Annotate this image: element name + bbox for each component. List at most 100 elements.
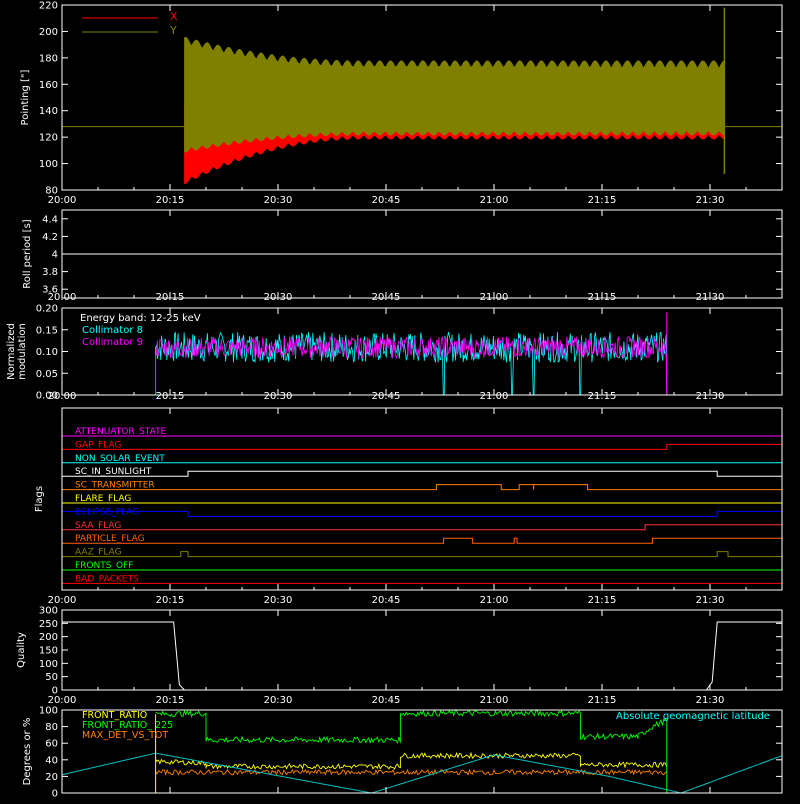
pointing-y-label: Pointing ["] <box>20 69 31 125</box>
flag-label-sc-transmitter: SC_TRANSMITTER <box>75 481 155 491</box>
flags-time-label: 21:30 <box>696 595 725 606</box>
flag-line-saa-flag <box>62 524 782 531</box>
flag-label-particle-flag: PARTICLE_FLAG <box>75 534 145 544</box>
roll-time-label: 20:00 <box>48 292 77 303</box>
flag-label-eclipse-flag: ECLIPSE_FLAG <box>75 507 139 517</box>
quality-y-tick-label: 200 <box>39 632 58 643</box>
pointing-y-tick-label: 100 <box>39 159 58 170</box>
ratios-y-label: Degrees or % <box>22 718 33 786</box>
flag-line-eclipse-flag <box>61 510 782 517</box>
chart-stage: 80 100 120 140 160 180 200 220 20:00 20:15 20:30 20… <box>0 0 800 800</box>
roll-time-label: 20:30 <box>264 292 293 303</box>
mod-y-tick-label: 0.15 <box>36 325 58 336</box>
quality-time-label: 20:45 <box>372 695 401 706</box>
quality-time-label: 20:30 <box>264 695 293 706</box>
quality-time-label: 21:15 <box>588 695 617 706</box>
pointing-y-tick-label: 140 <box>39 106 58 117</box>
ratios-y-tick-label: 60 <box>45 739 58 750</box>
quality-series-line <box>62 621 782 691</box>
quality-y-axis: 050100150200250300 <box>39 606 782 697</box>
mod-y-tick-label: 0.20 <box>36 304 58 315</box>
pointing-time-label: 21:15 <box>588 195 617 206</box>
flag-label-flare-flag: FLARE_FLAG <box>75 494 131 504</box>
pointing-time-label: 20:30 <box>264 195 293 206</box>
ratios-y-tick-label: 40 <box>45 755 58 766</box>
pointing-legend-label-X: X <box>170 10 178 23</box>
flag-line-aaz-flag <box>62 551 782 558</box>
roll-y-axis: 3.63.844.24.4 <box>42 214 782 296</box>
pointing-legend-label-Y: Y <box>169 24 177 37</box>
flag-line-sc-in-sunlight <box>62 470 782 477</box>
flags-time-label: 21:15 <box>588 595 617 606</box>
ratios-y-tick-label: 0 <box>52 789 58 800</box>
pointing-time-label: 21:00 <box>480 195 509 206</box>
pointing-time-label: 21:30 <box>696 195 725 206</box>
mod-y-tick-label: 0.10 <box>36 347 58 358</box>
quality-time-label: 20:00 <box>48 695 77 706</box>
flags-time-label: 20:45 <box>372 595 401 606</box>
flag-line-gap-flag <box>62 443 782 450</box>
flags-time-label: 20:00 <box>48 595 77 606</box>
mod-legend-label: Collimator 9 <box>82 337 143 348</box>
roll-time-label: 21:00 <box>480 292 509 303</box>
flags-time-label: 20:30 <box>264 595 293 606</box>
flag-label-sc-in-sunlight: SC_IN_SUNLIGHT <box>75 467 152 477</box>
ratios-series-front-ratio <box>155 751 668 770</box>
mod-y-label: Normalized <box>6 323 17 380</box>
quality-y-tick-label: 250 <box>39 619 58 630</box>
flags-time-label: 21:00 <box>480 595 509 606</box>
pointing-y-tick-label: 200 <box>39 27 58 38</box>
flag-label-aaz-flag: AAZ_FLAG <box>75 548 122 558</box>
roll-y-tick-label: 4.2 <box>42 232 58 243</box>
flags-time-label: 20:15 <box>156 595 185 606</box>
quality-time-label: 21:30 <box>696 695 725 706</box>
pointing-time-label: 20:00 <box>48 195 77 206</box>
quality-time-label: 21:00 <box>480 695 509 706</box>
mod-time-label: 21:30 <box>696 391 725 402</box>
flag-label-saa-flag: SAA_FLAG <box>75 521 121 531</box>
pointing-y-tick-label: 180 <box>39 53 58 64</box>
pointing-y-tick-label: 220 <box>39 1 58 12</box>
flag-label-fronts-off: FRONTS_OFF <box>75 561 133 571</box>
flags-time-axis: 20:00 20:15 20:30 20:45 21:00 21:15 21:30 <box>48 408 783 606</box>
quality-y-tick-label: 100 <box>39 659 58 670</box>
flags-y-label: Flags <box>34 486 45 512</box>
flag-line-sc-transmitter <box>62 484 782 491</box>
mod-time-label: 20:45 <box>372 391 401 402</box>
mod-annotation: Energy band: 12-25 keV <box>80 313 201 324</box>
roll-time-label: 20:15 <box>156 292 185 303</box>
mod-time-label: 20:15 <box>156 391 185 402</box>
flag-label-gap-flag: GAP_FLAG <box>75 440 121 450</box>
mod-time-label: 21:00 <box>480 391 509 402</box>
chart-figure: 8010012014016018020022020:00 20:15 20:30 20… <box>6 1 783 800</box>
roll-y-tick-label: 4.4 <box>42 214 58 225</box>
roll-time-label: 21:15 <box>588 292 617 303</box>
mod-time-label: 20:30 <box>264 391 293 402</box>
ratios-y-tick-label: 80 <box>45 722 58 733</box>
flags-frame <box>61 407 783 591</box>
quality-series-line-end <box>705 621 782 691</box>
roll-y-label: Roll period [s] <box>22 219 33 288</box>
ratios-series-max-det-vs-tot <box>155 768 667 776</box>
mod-y-tick-label: 0.05 <box>36 369 58 380</box>
pointing-y-tick-label: 120 <box>39 133 58 144</box>
mod-time-label: 20:00 <box>48 391 77 402</box>
quality-y-label: Quality <box>16 632 27 668</box>
quality-y-tick-label: 50 <box>45 672 58 683</box>
roll-time-label: 21:30 <box>696 292 725 303</box>
mod-y-label-2: modulation <box>17 323 28 380</box>
pointing-y-tick-label: 160 <box>39 80 58 91</box>
mod-time-label: 21:15 <box>588 391 617 402</box>
quality-time-label: 20:15 <box>156 695 185 706</box>
flag-label-attenuator-state: ATTENUATOR_STATE <box>75 427 167 437</box>
quality-y-tick-label: 150 <box>39 646 58 657</box>
flag-line-particle-flag <box>62 537 782 544</box>
roll-y-tick-label: 4 <box>52 250 58 261</box>
flag-label-bad-packets: BAD_PACKETS <box>75 574 139 584</box>
quality-time-axis: 20:00 20:15 20:30 20:45 21:00 21:15 21:30 <box>48 610 783 706</box>
flag-label-non-solar-event: NON_SOLAR_EVENT <box>75 454 165 464</box>
ratios-annotation: Absolute geomagnetic latitude <box>616 711 770 722</box>
ratios-y-tick-label: 20 <box>45 772 58 783</box>
quality-y-tick-label: 300 <box>39 606 58 617</box>
roll-time-label: 20:45 <box>372 292 401 303</box>
